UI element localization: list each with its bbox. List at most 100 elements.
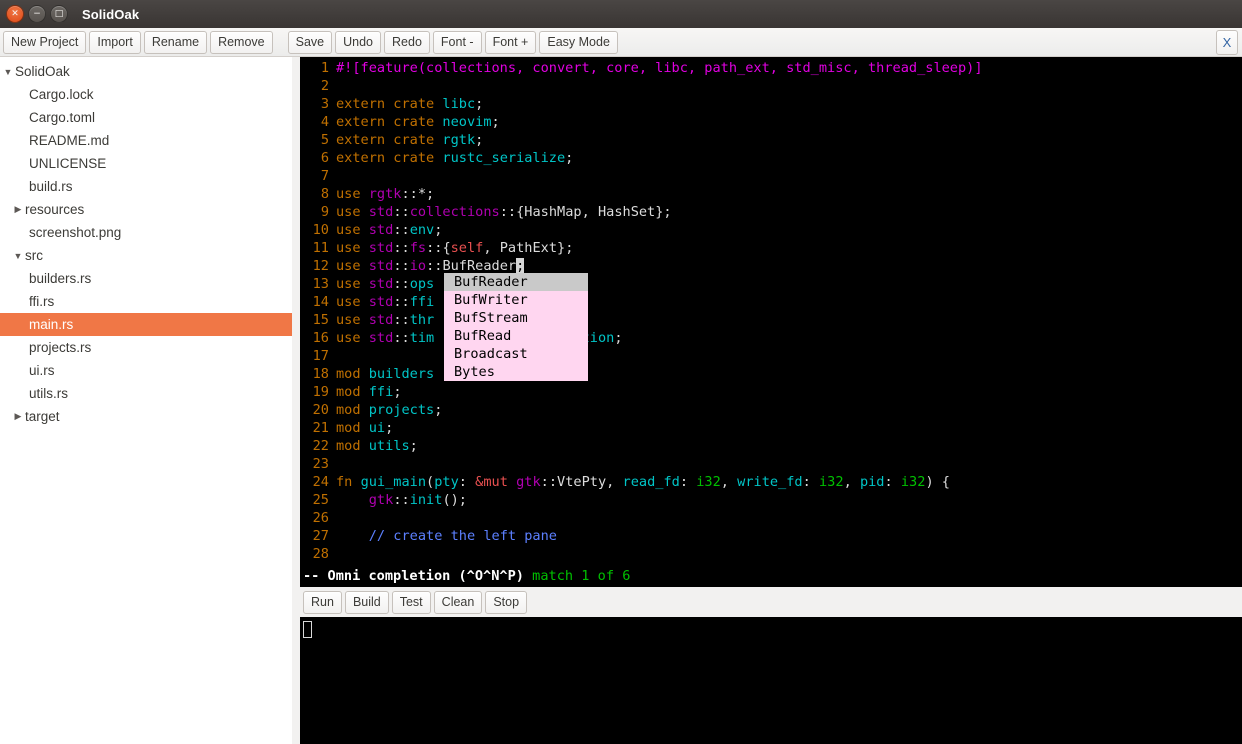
- tree-item-ui-rs[interactable]: ui.rs: [0, 359, 292, 382]
- build-toolbar: Run Build Test Clean Stop: [300, 587, 1242, 617]
- completion-item[interactable]: BufStream: [444, 309, 588, 327]
- code-line: 14 use std::ffi: [300, 293, 1242, 311]
- code-line-text: mod builders: [336, 366, 435, 382]
- code-line-text: use std::ops: [336, 276, 435, 292]
- line-number: 10: [312, 222, 329, 238]
- chevron-down-icon[interactable]: [2, 67, 14, 77]
- font-decrease-button[interactable]: Font -: [432, 30, 482, 54]
- stop-button[interactable]: Stop: [485, 590, 528, 614]
- remove-button[interactable]: Remove: [210, 30, 273, 54]
- window-title: SolidOak: [82, 6, 140, 22]
- code-line: 27 // create the left pane: [300, 527, 1242, 545]
- terminal-output[interactable]: [300, 617, 1242, 744]
- save-button[interactable]: Save: [287, 30, 333, 54]
- undo-button[interactable]: Undo: [335, 30, 382, 54]
- line-number: 6: [320, 150, 329, 166]
- tree-item-label: screenshot.png: [29, 225, 122, 240]
- close-glyph: ✕: [11, 8, 19, 19]
- line-number: 19: [312, 384, 329, 400]
- code-line: 13 use std::ops: [300, 275, 1242, 293]
- tree-item-src[interactable]: src: [0, 244, 292, 267]
- completion-item[interactable]: BufWriter: [444, 291, 588, 309]
- completion-popup[interactable]: BufReader BufWriter BufStream BufRead Broadc…: [444, 273, 588, 381]
- code-line: 7: [300, 167, 1242, 185]
- code-editor[interactable]: 1 #![feature(collections, convert, core, …: [300, 57, 1242, 587]
- code-line: 3 extern crate libc;: [300, 95, 1242, 113]
- project-tree-sidebar[interactable]: SolidOak Cargo.lock Cargo.toml README.md UNL…: [0, 57, 292, 744]
- terminal-cursor: [303, 621, 312, 638]
- easy-mode-button[interactable]: Easy Mode: [539, 30, 618, 54]
- code-line-text: mod projects;: [336, 402, 443, 418]
- line-number: 9: [320, 204, 329, 220]
- run-button[interactable]: Run: [303, 590, 342, 614]
- code-line: 10 use std::env;: [300, 221, 1242, 239]
- code-line: 25 gtk::init();: [300, 491, 1242, 509]
- tree-item-unlicense[interactable]: UNLICENSE: [0, 152, 292, 175]
- line-number: 25: [312, 492, 329, 508]
- code-line: 11 use std::fs::{self, PathExt};: [300, 239, 1242, 257]
- build-button[interactable]: Build: [344, 590, 389, 614]
- tree-item-screenshot-png[interactable]: screenshot.png: [0, 221, 292, 244]
- line-number: 7: [320, 168, 329, 184]
- code-line-text: extern crate rustc_serialize;: [336, 150, 574, 166]
- chevron-down-icon[interactable]: [12, 251, 24, 261]
- tree-item-main-rs[interactable]: main.rs: [0, 313, 292, 336]
- code-line-text: mod ui;: [336, 420, 394, 436]
- test-button[interactable]: Test: [391, 590, 431, 614]
- code-line: 17: [300, 347, 1242, 365]
- code-line: 9 use std::collections::{HashMap, HashSet…: [300, 203, 1242, 221]
- completion-item[interactable]: Bytes: [444, 363, 588, 381]
- code-line: 21 mod ui;: [300, 419, 1242, 437]
- tree-item-label: projects.rs: [29, 340, 92, 355]
- code-line-text: extern crate neovim;: [336, 114, 500, 130]
- tree-item-builders-rs[interactable]: builders.rs: [0, 267, 292, 290]
- tree-item-label: builders.rs: [29, 271, 92, 286]
- code-line: 15 use std::thr: [300, 311, 1242, 329]
- completion-item[interactable]: Broadcast: [444, 345, 588, 363]
- tree-item-build-rs[interactable]: build.rs: [0, 175, 292, 198]
- code-line: 20 mod projects;: [300, 401, 1242, 419]
- chevron-right-icon[interactable]: [12, 411, 24, 422]
- code-line-text: fn gui_main(pty: &mut gtk::VtePty, read_…: [336, 474, 950, 490]
- tree-item-label: SolidOak: [15, 64, 70, 79]
- tree-item-ffi-rs[interactable]: ffi.rs: [0, 290, 292, 313]
- rename-button[interactable]: Rename: [143, 30, 208, 54]
- chevron-right-icon[interactable]: [12, 204, 24, 215]
- font-increase-button[interactable]: Font +: [484, 30, 537, 54]
- clean-button[interactable]: Clean: [433, 590, 483, 614]
- code-line: 5 extern crate rgtk;: [300, 131, 1242, 149]
- import-button[interactable]: Import: [89, 30, 141, 54]
- window-minimize-icon[interactable]: −: [28, 5, 46, 23]
- maximize-glyph: □: [54, 8, 64, 19]
- minimize-glyph: −: [33, 8, 41, 19]
- close-tab-button[interactable]: X: [1216, 30, 1238, 55]
- tree-item-utils-rs[interactable]: utils.rs: [0, 382, 292, 405]
- completion-item[interactable]: BufReader: [444, 273, 588, 291]
- line-number: 1: [320, 60, 329, 76]
- tree-item-label: Cargo.lock: [29, 87, 94, 102]
- code-line-text: use std::ffi: [336, 294, 435, 310]
- code-line: 24 fn gui_main(pty: &mut gtk::VtePty, rea…: [300, 473, 1242, 491]
- tree-item-label: build.rs: [29, 179, 73, 194]
- code-line: 4 extern crate neovim;: [300, 113, 1242, 131]
- new-project-button[interactable]: New Project: [3, 30, 87, 54]
- window-maximize-icon[interactable]: □: [50, 5, 68, 23]
- text-cursor: ;: [516, 258, 525, 274]
- completion-item[interactable]: BufRead: [444, 327, 588, 345]
- line-number: 2: [320, 78, 329, 94]
- line-number: 26: [312, 510, 329, 526]
- code-line: 1 #![feature(collections, convert, core, …: [300, 59, 1242, 77]
- code-line: 28: [300, 545, 1242, 563]
- redo-button[interactable]: Redo: [384, 30, 430, 54]
- window-close-icon[interactable]: ✕: [6, 5, 24, 23]
- tree-item-target[interactable]: target: [0, 405, 292, 428]
- tree-item-cargo-toml[interactable]: Cargo.toml: [0, 106, 292, 129]
- main-content: SolidOak Cargo.lock Cargo.toml README.md UNL…: [0, 57, 1242, 744]
- pane-splitter[interactable]: [292, 57, 300, 744]
- code-line-text: extern crate libc;: [336, 96, 484, 112]
- tree-item-solidoak[interactable]: SolidOak: [0, 60, 292, 83]
- tree-item-projects-rs[interactable]: projects.rs: [0, 336, 292, 359]
- tree-item-cargo-lock[interactable]: Cargo.lock: [0, 83, 292, 106]
- tree-item-readme-md[interactable]: README.md: [0, 129, 292, 152]
- tree-item-resources[interactable]: resources: [0, 198, 292, 221]
